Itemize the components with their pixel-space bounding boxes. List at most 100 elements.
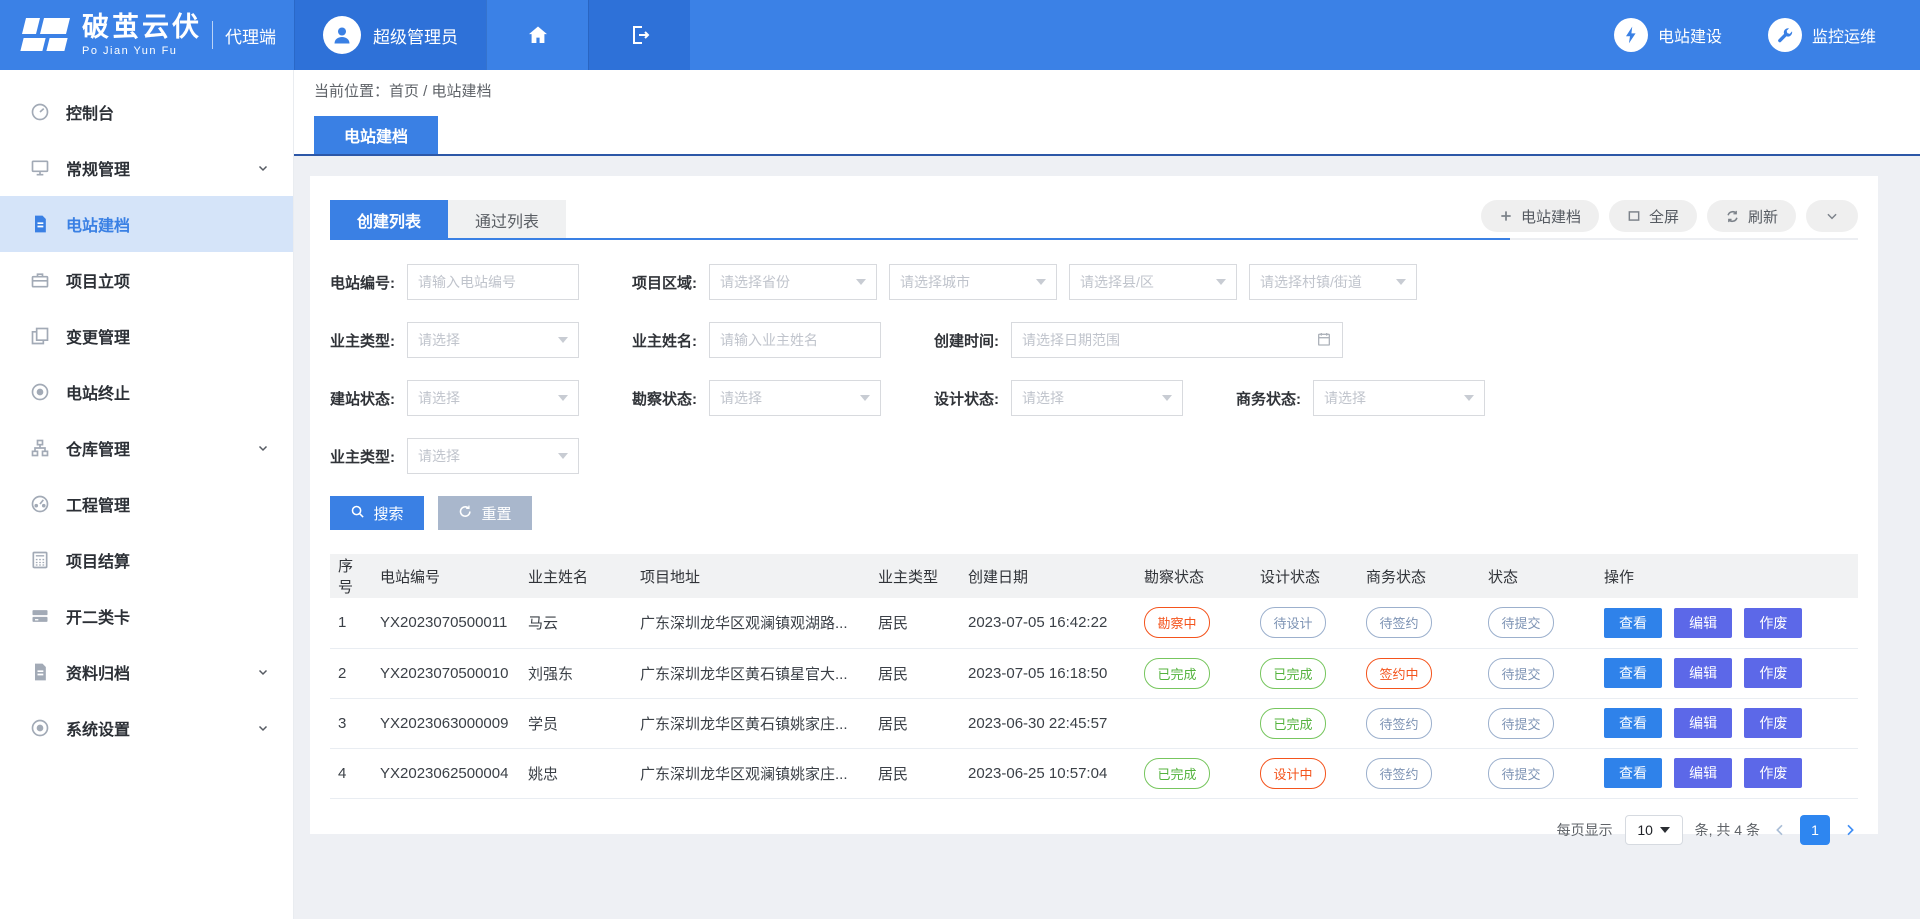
user-menu[interactable]: 超级管理员 — [294, 0, 486, 70]
sidebar-item-label: 资料归档 — [66, 660, 130, 684]
status-badge: 已完成 — [1260, 708, 1326, 739]
sidebar-item-label: 系统设置 — [66, 716, 130, 740]
sidebar-item-type2-card[interactable]: 开二类卡 — [0, 588, 293, 644]
reset-button[interactable]: 重置 — [438, 496, 532, 530]
collapse-button[interactable] — [1806, 200, 1858, 232]
status-badge: 待提交 — [1488, 708, 1554, 739]
calculator-icon — [30, 550, 50, 570]
void-button[interactable]: 作废 — [1744, 758, 1802, 788]
sidebar-item-label: 变更管理 — [66, 324, 130, 348]
sidebar-item-station-termination[interactable]: 电站终止 — [0, 364, 293, 420]
sidebar-item-general-mgmt[interactable]: 常规管理 — [0, 140, 293, 196]
nav-station-build[interactable]: 电站建设 — [1614, 18, 1722, 52]
credit-card-icon — [30, 606, 50, 626]
view-button[interactable]: 查看 — [1604, 758, 1662, 788]
station-code-label: 电站编号: — [330, 272, 395, 293]
next-page-button[interactable] — [1842, 822, 1858, 838]
region-label: 项目区域: — [632, 272, 697, 293]
view-button[interactable]: 查看 — [1604, 608, 1662, 638]
sidebar-item-station-filing[interactable]: 电站建档 — [0, 196, 293, 252]
refresh-label: 刷新 — [1748, 206, 1778, 227]
station-code-input[interactable] — [407, 264, 579, 300]
design-status-select[interactable]: 请选择 — [1011, 380, 1183, 416]
status-badge: 待提交 — [1488, 607, 1554, 638]
prev-page-button[interactable] — [1772, 822, 1788, 838]
province-select[interactable]: 请选择省份 — [709, 264, 877, 300]
view-button[interactable]: 查看 — [1604, 658, 1662, 688]
sidebar-item-label: 控制台 — [66, 100, 114, 124]
edit-button[interactable]: 编辑 — [1674, 608, 1732, 638]
wrench-icon — [1768, 18, 1802, 52]
select-arrow-icon — [1396, 279, 1406, 285]
col-code: 电站编号 — [372, 554, 520, 598]
sidebar-item-system-settings[interactable]: 系统设置 — [0, 700, 293, 756]
copy-pages-icon — [30, 326, 50, 346]
target-icon — [30, 382, 50, 402]
sidebar-item-project-settlement[interactable]: 项目结算 — [0, 532, 293, 588]
table-row: 4 YX2023062500004 姚忠 广东深圳龙华区观澜镇姚家庄... 居民… — [330, 748, 1858, 798]
logo-text: 破茧云伏 Po Jian Yun Fu — [82, 14, 202, 57]
select-arrow-icon — [1216, 279, 1226, 285]
search-icon — [350, 504, 365, 523]
sidebar-item-engineering-mgmt[interactable]: 工程管理 — [0, 476, 293, 532]
void-button[interactable]: 作废 — [1744, 658, 1802, 688]
gauge-icon — [30, 494, 50, 514]
add-station-button[interactable]: 电站建档 — [1481, 200, 1599, 232]
edit-button[interactable]: 编辑 — [1674, 708, 1732, 738]
owner-type2-label: 业主类型: — [330, 446, 395, 467]
briefcase-icon — [30, 270, 50, 290]
select-arrow-icon — [1162, 395, 1172, 401]
date-range-picker[interactable]: 请选择日期范围 — [1011, 322, 1343, 358]
owner-name-input[interactable] — [709, 322, 881, 358]
survey-status-empty-cell — [1136, 698, 1252, 748]
tab-create-list[interactable]: 创建列表 — [330, 200, 448, 240]
tab-passed-list[interactable]: 通过列表 — [448, 200, 566, 240]
current-page[interactable]: 1 — [1800, 815, 1830, 845]
view-button[interactable]: 查看 — [1604, 708, 1662, 738]
chevron-down-icon — [257, 162, 269, 174]
edit-button[interactable]: 编辑 — [1674, 658, 1732, 688]
status-badge: 待设计 — [1260, 607, 1326, 638]
sidebar-item-label: 项目结算 — [66, 548, 130, 572]
select-arrow-icon — [1464, 395, 1474, 401]
nav-monitor-ops[interactable]: 监控运维 — [1768, 18, 1876, 52]
status-badge: 已完成 — [1260, 658, 1326, 689]
user-icon — [330, 23, 354, 47]
build-status-select[interactable]: 请选择 — [407, 380, 579, 416]
refresh-button[interactable]: 刷新 — [1707, 200, 1796, 232]
logout-button[interactable] — [588, 0, 690, 70]
content-card: 创建列表 通过列表 电站建档 全屏 刷新 — [310, 176, 1878, 834]
search-button[interactable]: 搜索 — [330, 496, 424, 530]
status-badge: 勘察中 — [1144, 607, 1210, 638]
edit-button[interactable]: 编辑 — [1674, 758, 1732, 788]
city-select[interactable]: 请选择城市 — [889, 264, 1057, 300]
add-station-label: 电站建档 — [1521, 206, 1581, 227]
sidebar-item-change-mgmt[interactable]: 变更管理 — [0, 308, 293, 364]
home-button[interactable] — [486, 0, 588, 70]
panel-header: 创建列表 通过列表 电站建档 全屏 刷新 — [330, 192, 1858, 240]
select-arrow-icon — [860, 395, 870, 401]
sidebar-item-archive[interactable]: 资料归档 — [0, 644, 293, 700]
town-select[interactable]: 请选择村镇/街道 — [1249, 264, 1417, 300]
logo-icon — [20, 14, 70, 56]
owner-type-select[interactable]: 请选择 — [407, 322, 579, 358]
status-badge: 待签约 — [1366, 708, 1432, 739]
pagination: 每页显示 10 条, 共 4 条 1 — [330, 815, 1858, 845]
select-arrow-icon — [1036, 279, 1046, 285]
app-logo: 破茧云伏 Po Jian Yun Fu 代理端 — [0, 0, 294, 70]
sidebar-item-warehouse-mgmt[interactable]: 仓库管理 — [0, 420, 293, 476]
document-icon — [30, 214, 50, 234]
design-status-label: 设计状态: — [934, 388, 999, 409]
col-design: 设计状态 — [1252, 554, 1358, 598]
survey-status-select[interactable]: 请选择 — [709, 380, 881, 416]
void-button[interactable]: 作废 — [1744, 608, 1802, 638]
page-tab-station-filing[interactable]: 电站建档 — [314, 116, 438, 154]
sidebar-item-project-initiation[interactable]: 项目立项 — [0, 252, 293, 308]
fullscreen-button[interactable]: 全屏 — [1609, 200, 1697, 232]
business-status-select[interactable]: 请选择 — [1313, 380, 1485, 416]
per-page-select[interactable]: 10 — [1625, 815, 1683, 845]
sidebar-item-console[interactable]: 控制台 — [0, 84, 293, 140]
county-select[interactable]: 请选择县/区 — [1069, 264, 1237, 300]
owner-type2-select[interactable]: 请选择 — [407, 438, 579, 474]
void-button[interactable]: 作废 — [1744, 708, 1802, 738]
